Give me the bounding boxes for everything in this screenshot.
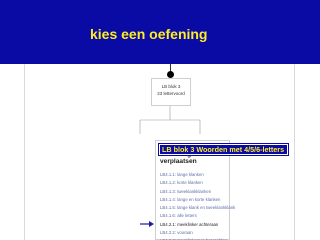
page-title: kies een oefening <box>90 26 208 42</box>
arrow-right-icon <box>140 221 154 227</box>
lesson-item[interactable]: LB4.1.6: alle letters <box>160 212 230 220</box>
block-tooltip: LB blok 3 Woorden met 4/5/6-letters <box>158 143 289 156</box>
lesson-item[interactable]: LB4.2.2: vooraan <box>160 229 230 237</box>
lesson-item[interactable]: LB4.1.5: lange klank en tweeklankklank <box>160 204 235 212</box>
lesson-list: LB4.1.1: lange klanken LB4.1.2: korte kla… <box>160 171 235 240</box>
lesson-item[interactable]: LB4.1.3: tweeklankklanken <box>160 188 230 196</box>
lesson-item[interactable]: LB4.1.2: korte klanken <box>160 179 230 187</box>
lesson-item[interactable]: LB4.1.1: lange klanken <box>160 171 230 179</box>
lesson-item-active[interactable]: LB4.2.1: meeklinker achteraan <box>160 221 230 229</box>
lesson-item[interactable]: LB4.1.4: lange en korte klanken <box>160 196 230 204</box>
title-banner: kies een oefening <box>0 0 320 64</box>
lesson-panel: Klik op een blok om de leering te verpla… <box>155 140 235 240</box>
